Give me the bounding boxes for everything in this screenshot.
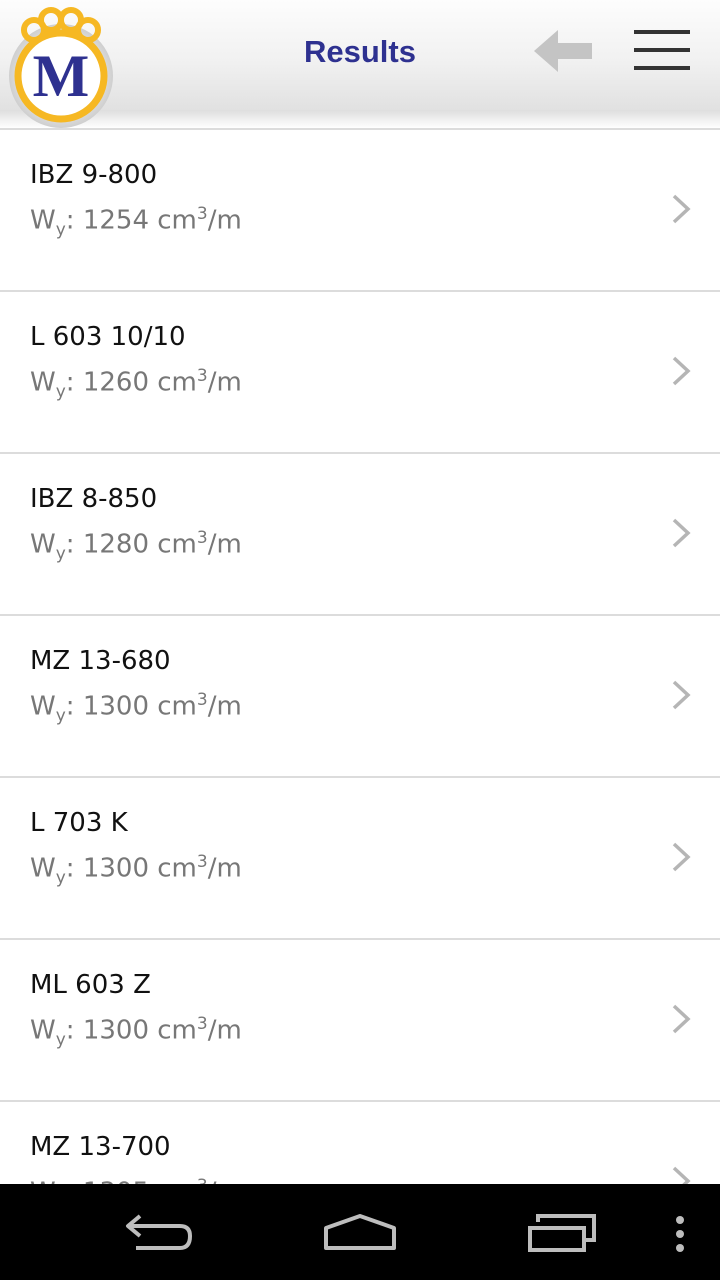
chevron-right-icon <box>672 194 691 224</box>
list-item[interactable]: L 703 K Wy: 1300 cm3/m <box>0 778 720 940</box>
page-title: Results <box>304 34 416 69</box>
list-item[interactable]: IBZ 9-800 Wy: 1254 cm3/m <box>0 130 720 292</box>
nav-back-icon[interactable] <box>120 1212 198 1254</box>
result-name: L 603 10/10 <box>30 322 186 352</box>
list-item[interactable]: L 603 10/10 Wy: 1260 cm3/m <box>0 292 720 454</box>
chevron-right-icon <box>672 1004 691 1034</box>
result-value: Wy: 1305 cm3/m <box>30 1176 242 1184</box>
result-value: Wy: 1280 cm3/m <box>30 528 242 564</box>
list-item[interactable]: ML 603 Z Wy: 1300 cm3/m <box>0 940 720 1102</box>
result-value: Wy: 1300 cm3/m <box>30 852 242 888</box>
result-name: IBZ 9-800 <box>30 160 158 190</box>
result-value: Wy: 1300 cm3/m <box>30 690 242 726</box>
result-name: L 703 K <box>30 808 128 838</box>
chevron-right-icon <box>672 1166 691 1184</box>
back-arrow-icon[interactable] <box>528 24 598 80</box>
list-item[interactable]: IBZ 8-850 Wy: 1280 cm3/m <box>0 454 720 616</box>
nav-recents-icon[interactable] <box>524 1214 600 1254</box>
result-value: Wy: 1260 cm3/m <box>30 366 242 402</box>
chevron-right-icon <box>672 842 691 872</box>
result-name: MZ 13-680 <box>30 646 171 676</box>
result-name: ML 603 Z <box>30 970 151 1000</box>
results-list: IBZ 9-800 Wy: 1254 cm3/m L 603 10/10 Wy:… <box>0 128 720 1184</box>
result-value: Wy: 1254 cm3/m <box>30 204 242 240</box>
list-item[interactable]: MZ 13-700 Wy: 1305 cm3/m <box>0 1102 720 1184</box>
nav-overflow-icon[interactable] <box>670 1214 690 1254</box>
list-item[interactable]: MZ 13-680 Wy: 1300 cm3/m <box>0 616 720 778</box>
result-value: Wy: 1300 cm3/m <box>30 1014 242 1050</box>
result-name: IBZ 8-850 <box>30 484 158 514</box>
nav-home-icon[interactable] <box>320 1212 400 1254</box>
hamburger-menu-icon[interactable] <box>630 24 694 76</box>
system-nav-bar <box>0 1184 720 1280</box>
chevron-right-icon <box>672 356 691 386</box>
chevron-right-icon <box>672 518 691 548</box>
chevron-right-icon <box>672 680 691 710</box>
result-name: MZ 13-700 <box>30 1132 171 1162</box>
